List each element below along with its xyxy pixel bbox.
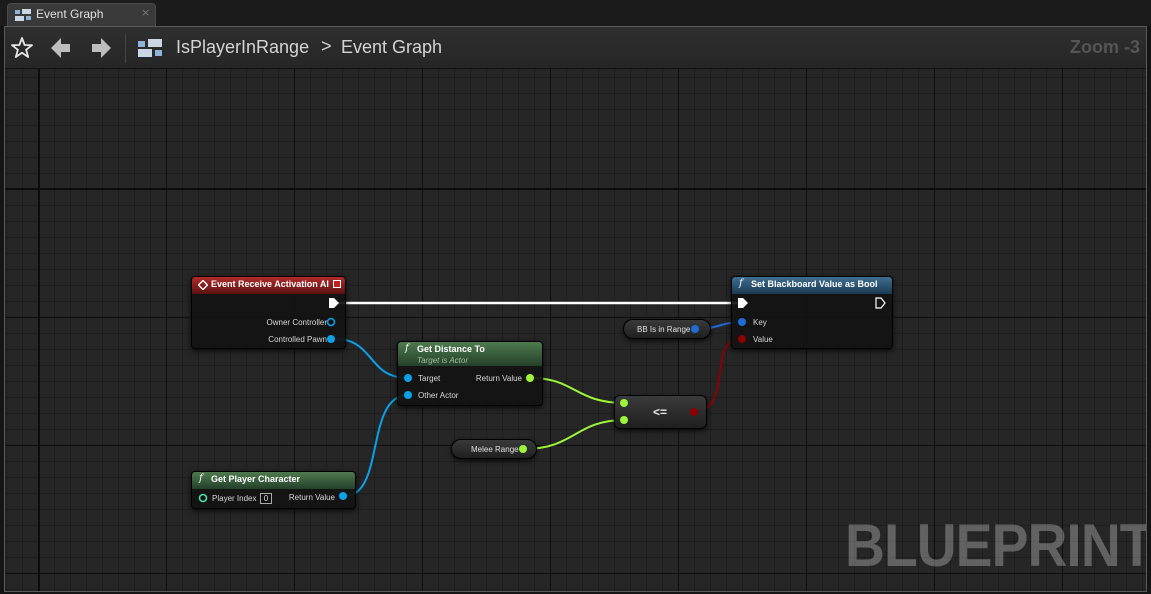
graph-editor[interactable]: Event Receive Activation AI Owner Contro… [4, 26, 1147, 592]
arrow-left-icon[interactable] [48, 35, 74, 61]
owner-controller-pin [326, 317, 336, 327]
melee-range-pin [519, 445, 527, 453]
tab-event-graph[interactable]: Event Graph × [7, 3, 156, 26]
blueprint-watermark: BLUEPRINT [845, 512, 1147, 579]
arrow-right-icon[interactable] [88, 35, 114, 61]
graph-toolbar: IsPlayerInRange > Event Graph Zoom -3 [5, 27, 1146, 69]
bb-is-in-range-pin [691, 325, 699, 333]
tab-strip: Event Graph × [0, 0, 1151, 26]
breadcrumb-root[interactable]: IsPlayerInRange [176, 37, 309, 58]
close-icon[interactable]: × [141, 6, 150, 19]
pins-layer [198, 297, 886, 503]
compare-out-pin [690, 408, 698, 416]
compare-b-pin [620, 416, 628, 424]
controlled-pawn-pin [327, 335, 335, 343]
tab-label: Event Graph [36, 7, 104, 21]
event-graph-icon [138, 39, 162, 57]
player-index-pin [198, 493, 208, 503]
other-actor-pin [404, 391, 412, 399]
value-pin [738, 335, 746, 343]
exec-out-pin [329, 298, 339, 308]
return-value-pin [526, 374, 534, 382]
breadcrumb-separator: > [321, 36, 332, 56]
toolbar-separator [125, 33, 126, 63]
key-pin [738, 318, 746, 326]
exec-in-pin [738, 298, 748, 308]
target-pin [404, 374, 412, 382]
player-return-pin [339, 492, 347, 500]
breadcrumb-current: Event Graph [341, 37, 443, 57]
exec-out-pin-set [875, 297, 886, 309]
event-graph-icon [15, 9, 31, 21]
compare-a-pin [620, 399, 628, 407]
zoom-level: Zoom -3 [1070, 37, 1140, 57]
star-icon[interactable] [9, 35, 35, 61]
